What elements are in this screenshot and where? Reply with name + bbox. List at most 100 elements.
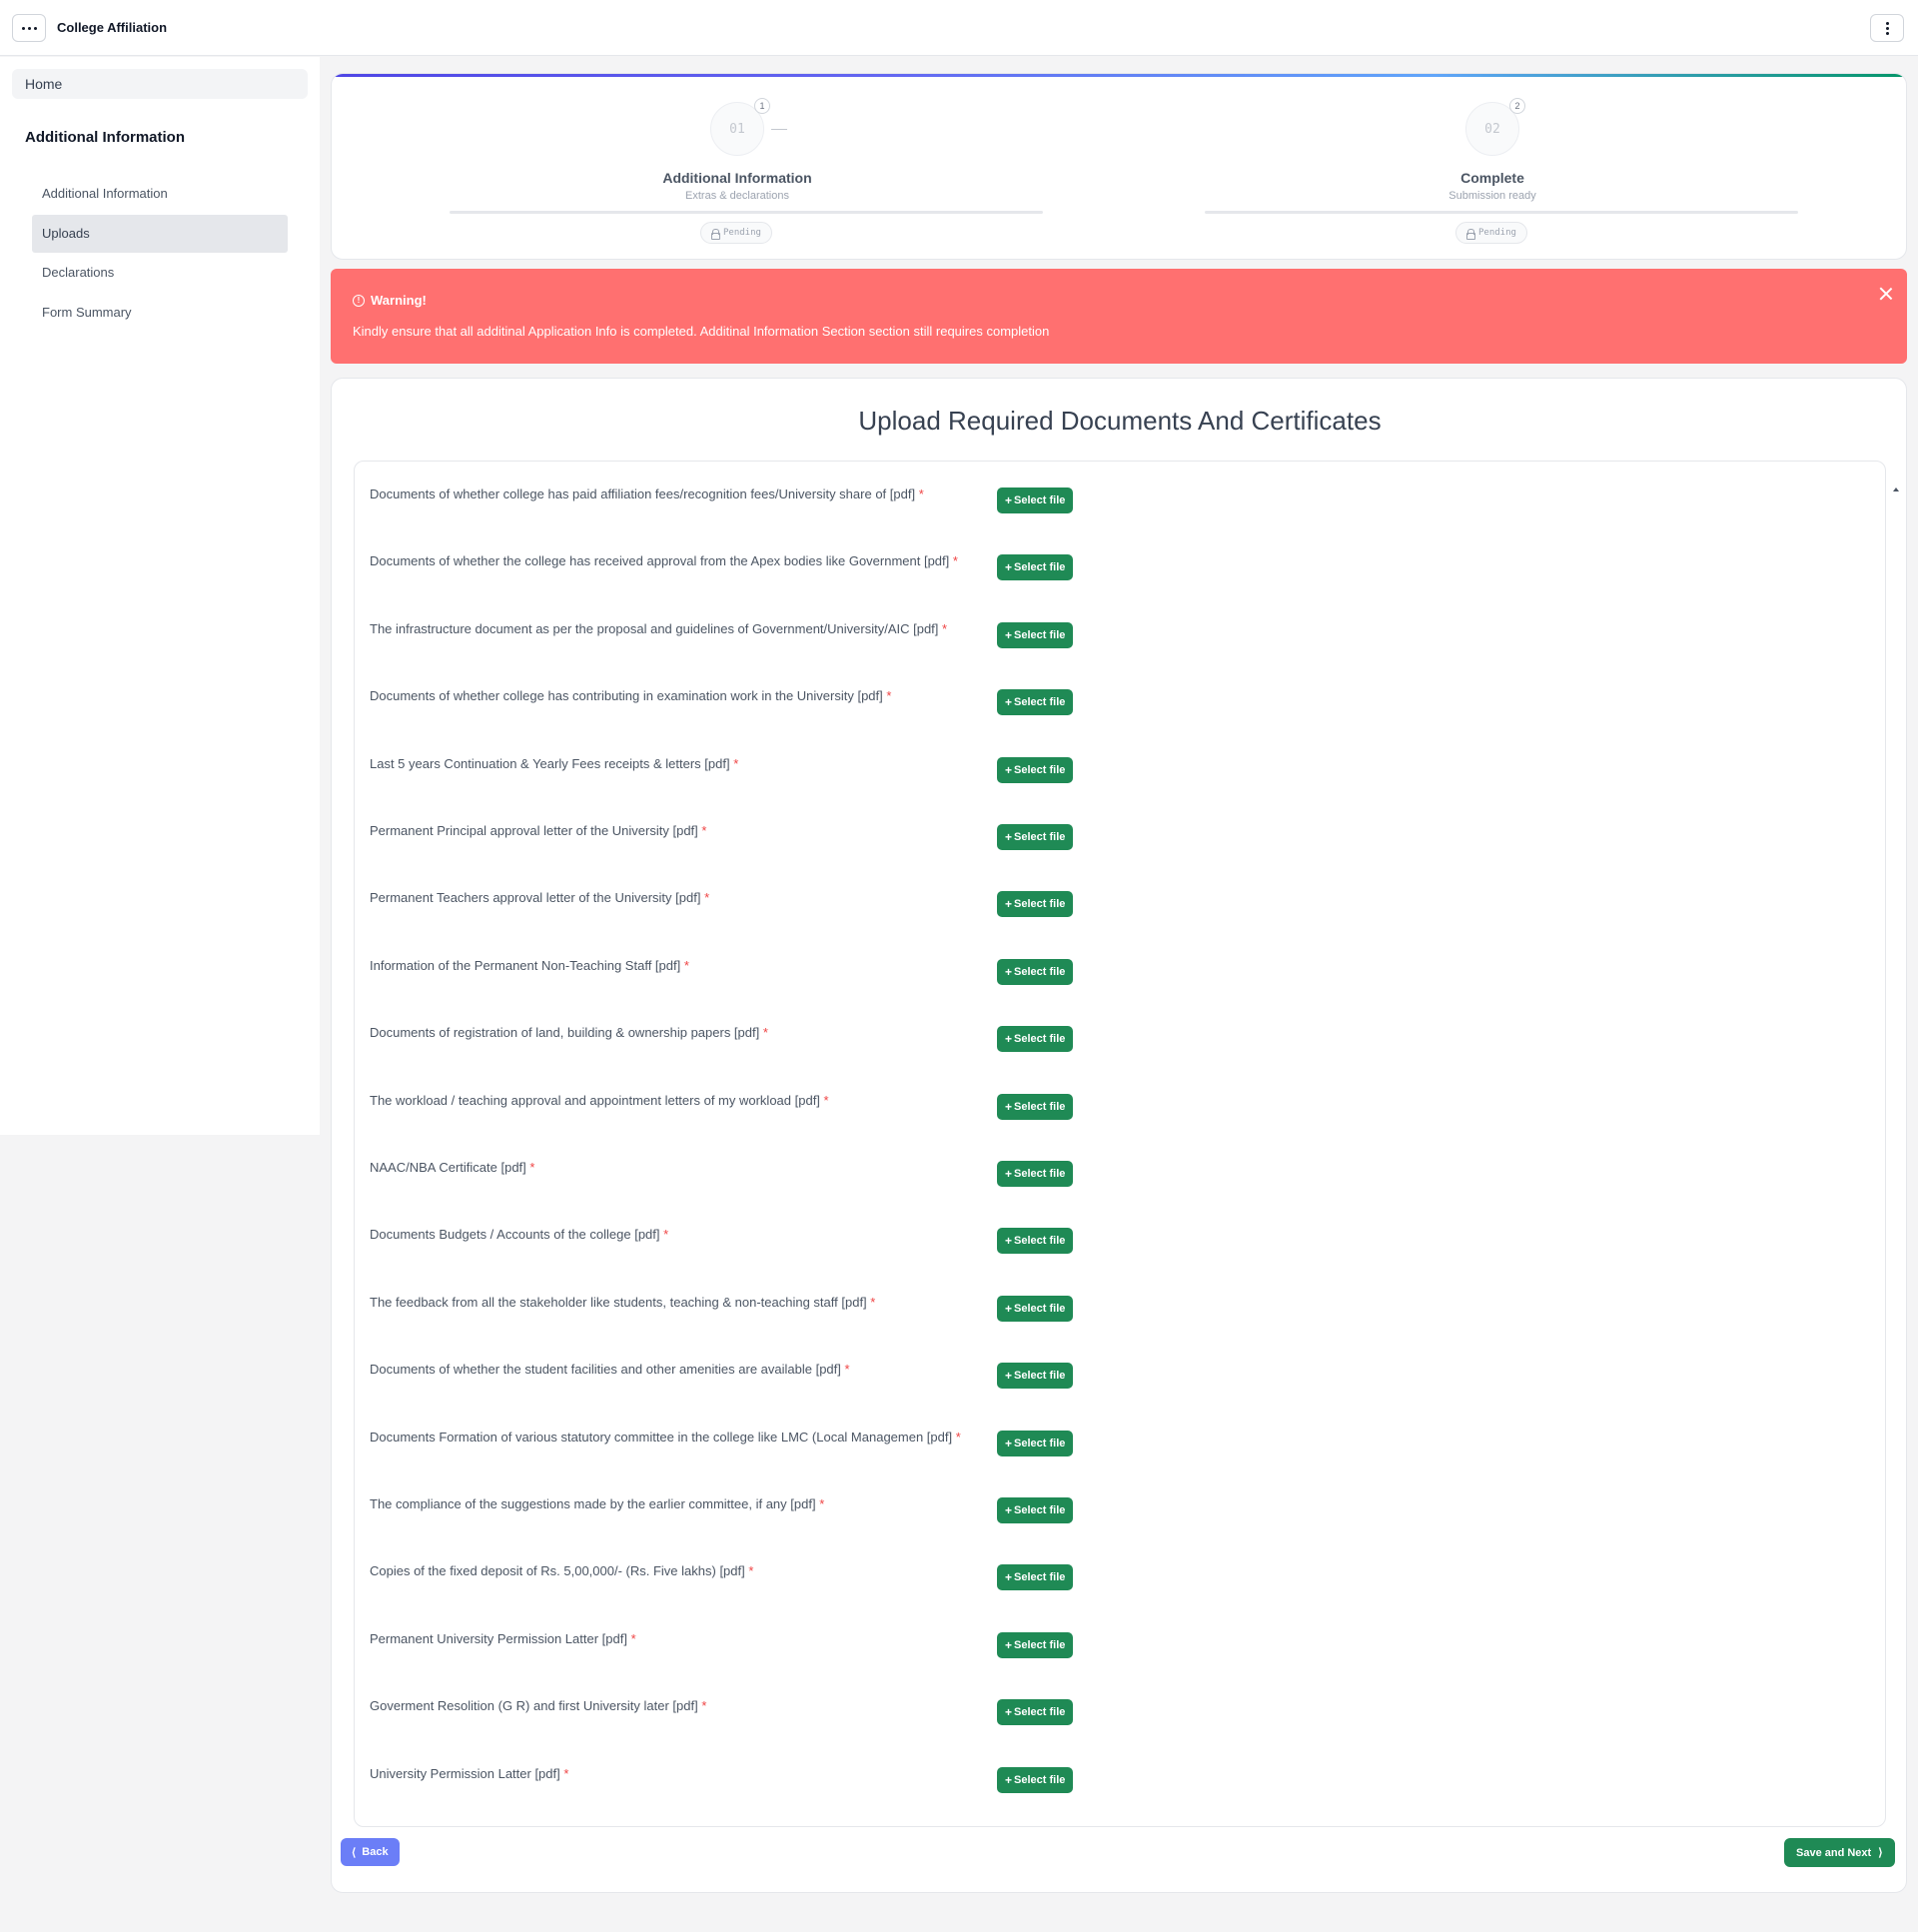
plus-icon: + [1005,1773,1013,1787]
upload-label: University Permission Latter [pdf] * [370,1766,569,1781]
upload-row: Documents Budgets / Accounts of the coll… [355,1225,1887,1291]
upload-row: Documents of whether the student facilit… [355,1360,1887,1426]
select-file-button[interactable]: + Select file [997,1699,1074,1725]
upload-label: Documents of whether the college has rec… [370,553,958,568]
select-file-label: Select file [1014,831,1066,843]
select-file-label: Select file [1014,1504,1066,1516]
upload-row: NAAC/NBA Certificate [pdf] * + Select file [355,1158,1887,1224]
sidebar-item-home[interactable]: Home [12,69,308,99]
select-file-label: Select file [1014,898,1066,910]
select-file-button[interactable]: + Select file [997,1363,1074,1389]
upload-label: Permanent Principal approval letter of t… [370,823,707,838]
step-status-label: Pending [723,228,761,238]
select-file-button[interactable]: + Select file [997,891,1074,917]
warning-message: Kindly ensure that all additinal Applica… [353,324,1050,339]
select-file-button[interactable]: + Select file [997,1632,1074,1658]
required-marker: * [563,1766,569,1781]
lock-icon [1466,228,1475,240]
upload-row: Documents Formation of various statutory… [355,1428,1887,1493]
required-marker: * [942,621,948,636]
upload-label: The feedback from all the stakeholder li… [370,1295,876,1310]
select-file-label: Select file [1014,966,1066,978]
upload-row: Permanent Teachers approval letter of th… [355,888,1887,954]
select-file-button[interactable]: + Select file [997,1026,1074,1052]
select-file-label: Select file [1014,1639,1066,1651]
select-file-button[interactable]: + Select file [997,959,1074,985]
select-file-label: Select file [1014,1774,1066,1786]
step-subtitle: Submission ready [1448,190,1536,202]
step-complete[interactable]: 02 2 Complete Submission ready Pending [1193,74,1798,259]
upload-label: Copies of the fixed deposit of Rs. 5,00,… [370,1563,754,1578]
plus-icon: + [1005,1705,1013,1719]
upload-label: The workload / teaching approval and app… [370,1093,829,1108]
select-file-button[interactable]: + Select file [997,824,1074,850]
upload-row: Permanent Principal approval letter of t… [355,821,1887,887]
step-status-badge: Pending [700,222,772,244]
plus-icon: + [1005,1503,1013,1517]
save-and-next-button[interactable]: Save and Next ⟩ [1784,1838,1895,1867]
app-title: College Affiliation [57,20,168,35]
select-file-button[interactable]: + Select file [997,622,1074,648]
select-file-button[interactable]: + Select file [997,1497,1074,1523]
select-file-label: Select file [1014,1235,1066,1247]
upload-label: Permanent Teachers approval letter of th… [370,890,710,905]
scroll-up-icon[interactable] [1893,487,1899,491]
plus-icon: + [1005,1638,1013,1652]
more-options-button[interactable] [1870,14,1904,42]
select-file-button[interactable]: + Select file [997,1767,1074,1793]
plus-icon: + [1005,493,1013,507]
sidebar-item-additional-information[interactable]: Additional Information [32,175,288,213]
upload-row: Documents of whether college has paid af… [355,484,1887,550]
select-file-label: Select file [1014,1168,1066,1180]
upload-label: Documents of whether college has paid af… [370,486,924,501]
upload-row: Permanent University Permission Latter [… [355,1629,1887,1695]
upload-label: Documents of registration of land, build… [370,1025,768,1040]
select-file-label: Select file [1014,494,1066,506]
plus-icon: + [1005,965,1013,979]
sidebar-item-uploads[interactable]: Uploads [32,215,288,253]
back-button[interactable]: ⟨ Back [341,1838,400,1866]
upload-label: The compliance of the suggestions made b… [370,1496,825,1511]
required-marker: * [529,1160,535,1175]
select-file-button[interactable]: + Select file [997,554,1074,580]
menu-button[interactable] [12,14,46,42]
upload-row: The feedback from all the stakeholder li… [355,1293,1887,1359]
upload-label: The infrastructure document as per the p… [370,621,948,636]
upload-label: Documents of whether the student facilit… [370,1362,850,1377]
select-file-button[interactable]: + Select file [997,689,1074,715]
required-marker: * [955,1430,961,1445]
step-status-label: Pending [1478,228,1516,238]
upload-label: Permanent University Permission Latter [… [370,1631,636,1646]
close-icon[interactable] [1877,285,1895,303]
chevron-left-icon: ⟨ [352,1846,357,1859]
select-file-button[interactable]: + Select file [997,487,1074,513]
step-additional-information[interactable]: 01 1 Additional Information Extras & dec… [438,74,1043,259]
select-file-button[interactable]: + Select file [997,1228,1074,1254]
select-file-button[interactable]: + Select file [997,1431,1074,1456]
sidebar-item-declarations[interactable]: Declarations [32,254,288,292]
sidebar: Home Additional Information Additional I… [0,57,320,1135]
select-file-label: Select file [1014,561,1066,573]
sidebar-item-form-summary[interactable]: Form Summary [32,294,288,332]
required-marker: * [704,890,710,905]
plus-icon: + [1005,763,1013,777]
select-file-button[interactable]: + Select file [997,1094,1074,1120]
plus-icon: + [1005,1032,1013,1046]
upload-row: Documents of whether college has contrib… [355,686,1887,752]
save-and-next-label: Save and Next [1796,1846,1872,1859]
required-marker: * [683,958,689,973]
select-file-button[interactable]: + Select file [997,1564,1074,1590]
select-file-button[interactable]: + Select file [997,757,1074,783]
plus-icon: + [1005,628,1013,642]
progress-stepper: 01 1 Additional Information Extras & dec… [331,73,1907,260]
required-marker: * [762,1025,768,1040]
select-file-button[interactable]: + Select file [997,1296,1074,1322]
select-file-label: Select file [1014,1303,1066,1315]
chevron-right-icon: ⟩ [1878,1847,1883,1859]
select-file-label: Select file [1014,764,1066,776]
upload-label: Goverment Resolition (G R) and first Uni… [370,1698,707,1713]
select-file-label: Select file [1014,1101,1066,1113]
upload-label: Last 5 years Continuation & Yearly Fees … [370,756,739,771]
select-file-button[interactable]: + Select file [997,1161,1074,1187]
required-marker: * [918,486,924,501]
